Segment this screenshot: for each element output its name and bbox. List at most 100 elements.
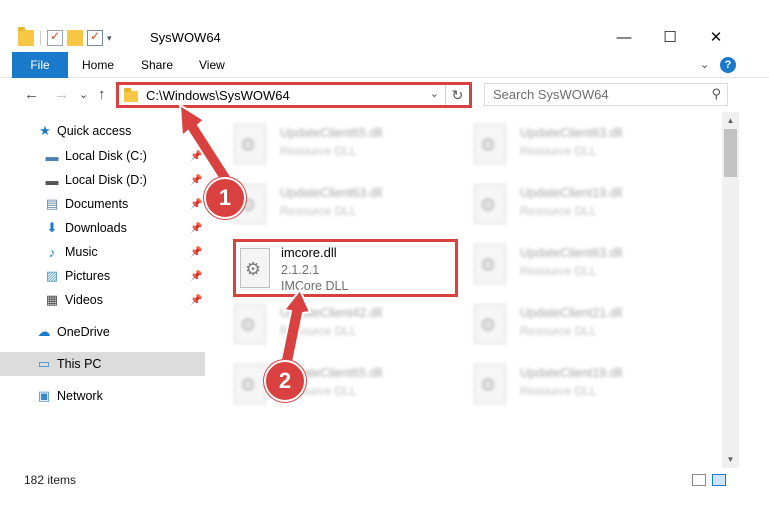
file-tile[interactable]: UpdateClient63.dll Resource DLL [222, 176, 442, 230]
tab-share[interactable]: Share [141, 52, 173, 78]
file-description: Resource DLL [520, 384, 597, 398]
music-icon: ♪ [48, 244, 56, 260]
maximize-button[interactable]: ☐ [647, 22, 693, 52]
file-explorer-window: ▾ SysWOW64 — ☐ ✕ File Home Share View ⌄ … [0, 0, 769, 513]
help-icon[interactable]: ? [720, 57, 736, 73]
search-input[interactable]: Search SysWOW64 ⚲ [484, 83, 728, 106]
drive-icon: ▬ [45, 172, 59, 188]
refresh-button[interactable]: ↻ [445, 85, 469, 105]
pin-icon[interactable]: 📌 [190, 199, 202, 210]
file-name: UpdateClient63.dll [280, 186, 383, 200]
sidebar-item-label: Documents [65, 197, 129, 211]
sidebar-item-label: Local Disk (D:) [65, 173, 147, 187]
computer-icon: ▭ [37, 356, 51, 371]
sidebar-item-network[interactable]: ▣ Network [0, 384, 205, 408]
details-view-icon[interactable] [692, 474, 706, 486]
step-1-callout: 1 [204, 177, 246, 219]
sidebar-item-label: Pictures [65, 269, 111, 283]
back-button[interactable]: ← [24, 86, 39, 103]
sidebar-item-quick-access[interactable]: ★ Quick access [0, 119, 205, 143]
file-description: Resource DLL [280, 204, 357, 218]
file-tile[interactable]: UpdateClient63.dll Resource DLL [462, 236, 682, 290]
dll-file-icon [474, 124, 506, 164]
file-description: Resource DLL [280, 324, 357, 338]
search-placeholder: Search SysWOW64 [493, 87, 609, 102]
pin-icon[interactable]: 📌 [190, 295, 202, 306]
file-description: IMCore DLL [281, 279, 349, 293]
file-tile[interactable]: UpdateClient19.dll Resource DLL [462, 176, 682, 230]
scrollbar-thumb[interactable] [724, 129, 737, 177]
file-tile[interactable]: UpdateClient21.dll Resource DLL [462, 296, 682, 350]
document-icon: ▤ [45, 196, 59, 211]
dll-file-icon [240, 248, 270, 288]
tab-home[interactable]: Home [82, 52, 114, 78]
sidebar-item-this-pc[interactable]: ▭ This PC [0, 352, 205, 376]
file-description: Resource DLL [520, 204, 597, 218]
folder-icon [18, 27, 34, 46]
file-tile[interactable]: UpdateClient65.dll Resource DLL [222, 116, 442, 170]
tab-view[interactable]: View [199, 52, 225, 78]
scroll-down-icon[interactable]: ▼ [722, 451, 739, 468]
dll-file-icon [234, 304, 266, 344]
sidebar-item-downloads[interactable]: ⬇ Downloads 📌 [0, 216, 205, 240]
sidebar-item-label: Music [65, 245, 98, 259]
file-tile[interactable]: UpdateClient63.dll Resource DLL [462, 116, 682, 170]
expand-ribbon-icon[interactable]: ⌄ [700, 58, 709, 71]
sidebar-item-local-disk-d[interactable]: ▬ Local Disk (D:) 📌 [0, 168, 205, 192]
status-bar: 182 items [0, 468, 769, 490]
sidebar-item-onedrive[interactable]: ☁ OneDrive [0, 320, 205, 344]
file-description: Resource DLL [520, 144, 597, 158]
chevron-down-icon[interactable]: ⌄ [430, 87, 439, 100]
chevron-down-icon[interactable]: ▾ [107, 33, 112, 44]
imcore-dll-file[interactable]: imcore.dll 2.1.2.1 IMCore DLL [233, 239, 458, 297]
folder-icon [124, 88, 138, 102]
new-folder-icon[interactable] [67, 30, 83, 46]
pin-icon[interactable]: 📌 [190, 175, 202, 186]
address-path: C:\Windows\SysWOW64 [146, 87, 290, 103]
minimize-button[interactable]: — [601, 22, 647, 52]
quick-access-toolbar: ▾ [18, 27, 112, 48]
file-name: UpdateClient42.dll [280, 306, 383, 320]
sidebar-item-local-disk-c[interactable]: ▬ Local Disk (C:) 📌 [0, 144, 205, 168]
sidebar-item-label: OneDrive [57, 325, 110, 339]
sidebar-item-videos[interactable]: ▦ Videos 📌 [0, 288, 205, 312]
dll-file-icon [474, 184, 506, 224]
cloud-icon: ☁ [37, 324, 51, 339]
window-title: SysWOW64 [150, 30, 221, 45]
sidebar-item-label: Network [57, 389, 103, 403]
dll-file-icon [474, 364, 506, 404]
file-tile[interactable]: UpdateClient42.dll Resource DLL [222, 296, 442, 350]
dll-file-icon [474, 244, 506, 284]
recent-locations-button[interactable]: ⌄ [79, 88, 88, 101]
pin-icon[interactable]: 📌 [190, 271, 202, 282]
close-button[interactable]: ✕ [693, 22, 739, 52]
address-bar[interactable]: C:\Windows\SysWOW64 ⌄ ↻ [116, 82, 472, 108]
customize-icon[interactable] [87, 29, 103, 46]
scroll-up-icon[interactable]: ▲ [722, 112, 739, 129]
file-name: UpdateClient63.dll [520, 246, 623, 260]
pin-icon[interactable]: 📌 [190, 223, 202, 234]
pin-icon[interactable]: 📌 [190, 151, 202, 162]
dll-file-icon [234, 364, 266, 404]
pin-icon[interactable]: 📌 [190, 247, 202, 258]
title-bar: ▾ SysWOW64 — ☐ ✕ [0, 0, 769, 52]
tiles-view-icon[interactable] [712, 474, 726, 486]
file-description: Resource DLL [520, 264, 597, 278]
address-row: ← → ⌄ ↑ C:\Windows\SysWOW64 ⌄ ↻ Search S… [0, 78, 769, 112]
sidebar-item-label: Local Disk (C:) [65, 149, 147, 163]
dll-file-icon [234, 124, 266, 164]
tab-file[interactable]: File [12, 52, 68, 78]
file-name: imcore.dll [281, 245, 337, 260]
ribbon-tabs: File Home Share View ⌄ ? [0, 52, 769, 78]
forward-button[interactable]: → [54, 86, 69, 103]
up-button[interactable]: ↑ [98, 86, 106, 103]
sidebar-item-pictures[interactable]: ▨ Pictures 📌 [0, 264, 205, 288]
sidebar-item-music[interactable]: ♪ Music 📌 [0, 240, 205, 264]
file-tile[interactable]: UpdateClient65.dll Resource DLL [222, 356, 442, 410]
pictures-icon: ▨ [45, 268, 59, 283]
vertical-scrollbar[interactable]: ▲ ▼ [722, 112, 739, 468]
properties-icon[interactable] [47, 29, 63, 46]
step-2-callout: 2 [264, 360, 306, 402]
file-tile[interactable]: UpdateClient19.dll Resource DLL [462, 356, 682, 410]
sidebar-item-documents[interactable]: ▤ Documents 📌 [0, 192, 205, 216]
